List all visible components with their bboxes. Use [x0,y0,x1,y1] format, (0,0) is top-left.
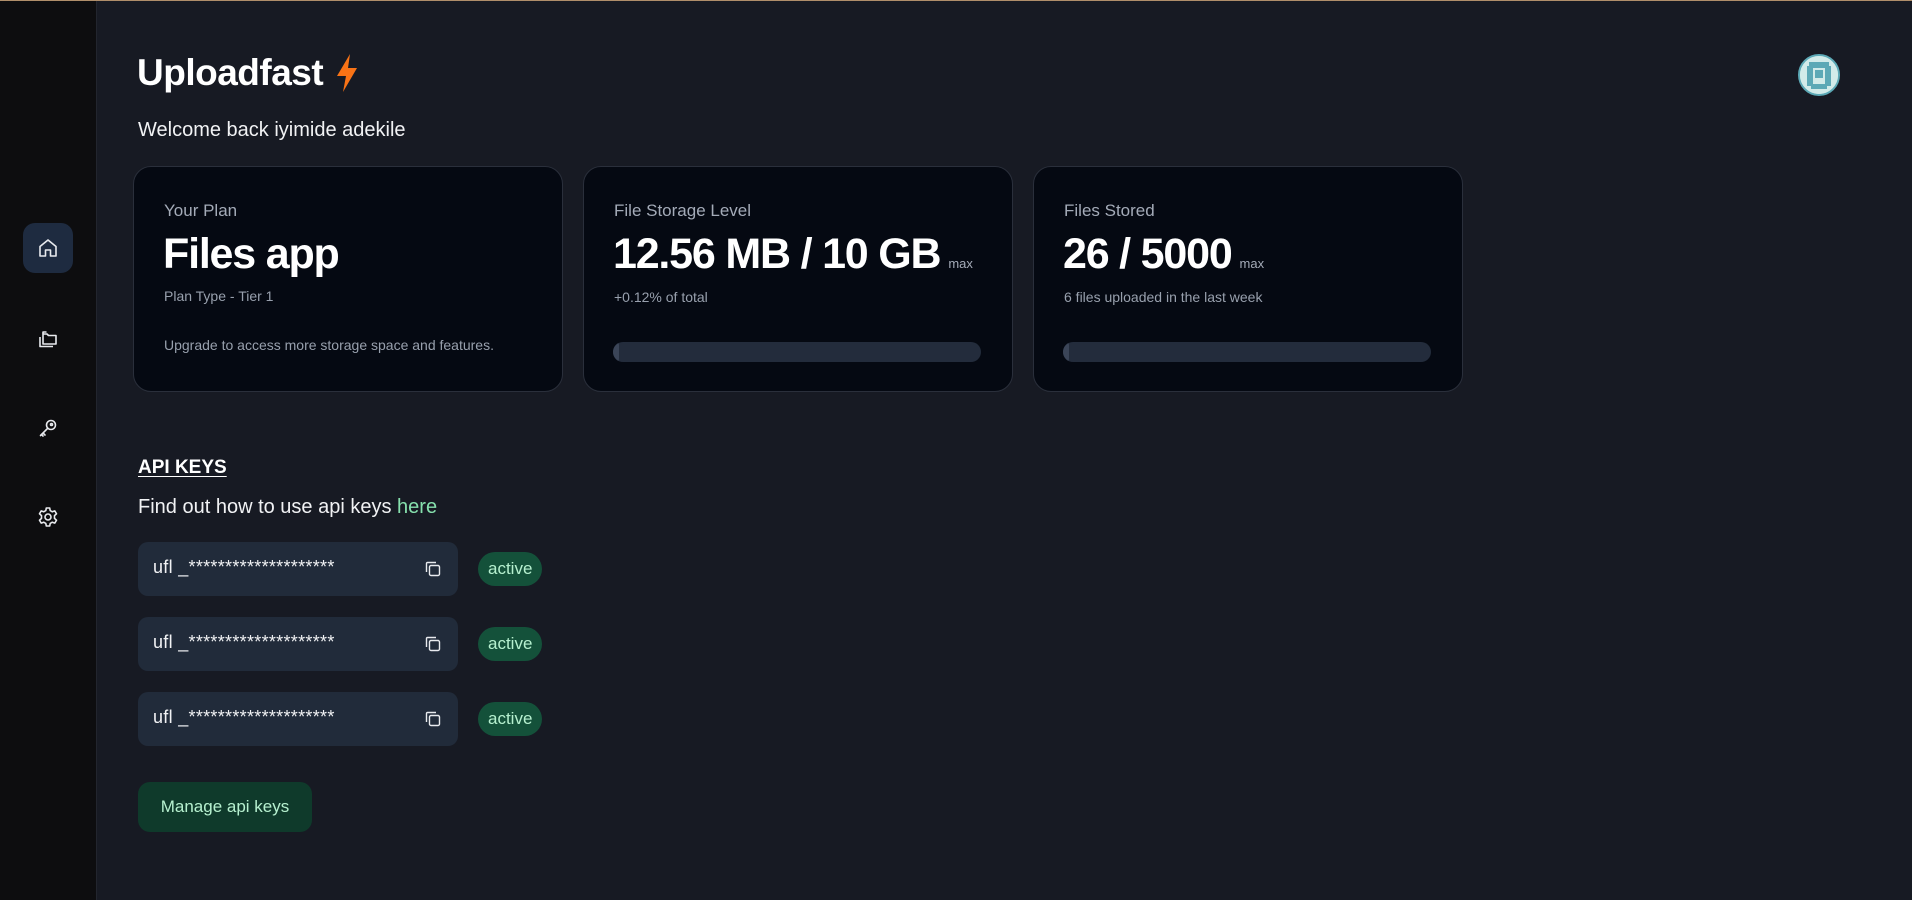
app-title: Uploadfast [137,52,324,93]
api-key-value: ufl _******************** [153,557,335,577]
files-value-wrap: 26 / 5000 max [1063,230,1264,279]
api-key-value: ufl _******************** [153,707,335,727]
lightning-bolt-icon [337,54,358,92]
api-keys-heading: API KEYS [138,457,227,478]
plan-type: Plan Type - Tier 1 [164,288,274,304]
api-key-row: ufl _******************** [138,692,458,746]
api-keys-help-text: Find out how to use api keys [138,496,392,518]
storage-value-wrap: 12.56 MB / 10 GB max [613,230,973,279]
api-key-row: ufl _******************** [138,542,458,596]
files-uploaded-recent: 6 files uploaded in the last week [1064,289,1263,305]
files-max-label: max [1239,256,1265,271]
welcome-message: Welcome back iyimide adekile [138,119,406,141]
folders-icon [39,331,57,348]
files-progress-bar [1063,342,1431,362]
storage-progress-bar [613,342,981,362]
copy-icon[interactable] [423,559,443,579]
plan-card: Your Plan Files app Plan Type - Tier 1 U… [133,166,563,392]
manage-api-keys-button[interactable]: Manage api keys [138,782,312,832]
status-badge: active [478,702,543,736]
storage-label: File Storage Level [614,201,752,220]
files-card: Files Stored 26 / 5000 max 6 files upload… [1033,166,1463,392]
copy-icon[interactable] [423,634,443,654]
home-icon [39,239,57,257]
files-progress-fill [1063,342,1069,362]
storage-max-label: max [948,256,973,271]
storage-value: 12.56 MB / 10 GB [613,230,942,278]
plan-label: Your Plan [164,201,238,220]
files-label: Files Stored [1064,201,1155,220]
avatar[interactable] [1798,54,1840,96]
copy-icon[interactable] [423,709,443,729]
api-key-row: ufl _******************** [138,617,458,671]
files-value: 26 / 5000 [1063,230,1233,278]
api-keys-help-link[interactable]: here [397,496,437,518]
storage-progress-fill [613,342,619,362]
brand: Uploadfast [137,52,359,94]
status-badge: active [478,552,543,586]
storage-card: File Storage Level 12.56 MB / 10 GB max +… [583,166,1013,392]
main-content: Uploadfast Welcome back iyimide adekile … [98,1,1912,900]
sidebar-item-api-keys[interactable] [23,403,73,453]
storage-percent: +0.12% of total [614,289,708,305]
key-icon [39,419,57,437]
sidebar-item-files[interactable] [23,313,73,363]
api-key-value: ufl _******************** [153,632,335,652]
api-keys-help: Find out how to use api keys here [138,496,437,519]
gear-icon [38,507,58,527]
sidebar-item-settings[interactable] [23,492,73,542]
sidebar-item-home[interactable] [23,223,73,273]
status-badge: active [478,627,543,661]
plan-name: Files app [163,230,340,278]
upgrade-message: Upgrade to access more storage space and… [164,337,494,353]
user-avatar-icon [1800,56,1838,94]
sidebar [0,1,97,900]
